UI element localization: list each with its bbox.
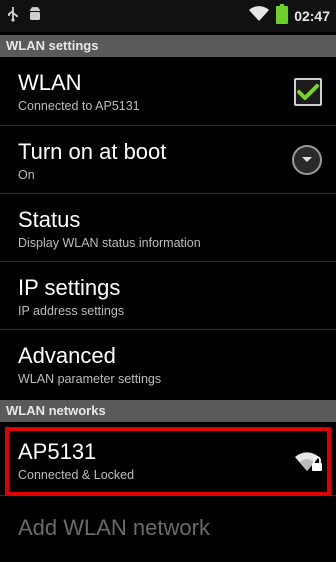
wlan-subtitle: Connected to AP5131 (18, 99, 140, 113)
turn-on-at-boot-row[interactable]: Turn on at boot On (0, 126, 336, 194)
wifi-locked-icon (295, 452, 322, 471)
checkmark-icon (297, 84, 319, 100)
status-time: 02:47 (294, 8, 330, 24)
advanced-title: Advanced (18, 343, 116, 368)
network-state: Connected & Locked (18, 468, 135, 482)
boot-title: Turn on at boot (18, 139, 167, 164)
battery-icon (276, 4, 289, 28)
ip-title: IP settings (18, 275, 121, 300)
network-ssid: AP5131 (18, 439, 97, 464)
wifi-icon (248, 6, 270, 26)
network-item-ap5131[interactable]: AP5131 Connected & Locked (0, 427, 336, 496)
chevron-down-icon (302, 157, 312, 162)
section-header-wlan-networks: WLAN networks (0, 400, 336, 422)
wlan-checkbox[interactable] (294, 78, 322, 106)
section-header-wlan-settings: WLAN settings (0, 35, 336, 57)
status-title: Status (18, 207, 81, 232)
wlan-toggle-row[interactable]: WLAN Connected to AP5131 (0, 57, 336, 126)
android-debug-icon (28, 6, 42, 26)
wlan-title: WLAN (18, 70, 82, 95)
add-wlan-network-button[interactable]: Add WLAN network (0, 502, 336, 554)
boot-dropdown-button[interactable] (292, 145, 322, 175)
ip-subtitle: IP address settings (18, 304, 125, 318)
ip-settings-row[interactable]: IP settings IP address settings (0, 262, 336, 330)
usb-icon (6, 6, 20, 26)
status-bar: 02:47 (0, 0, 336, 32)
boot-subtitle: On (18, 168, 35, 182)
advanced-row[interactable]: Advanced WLAN parameter settings (0, 330, 336, 399)
status-row[interactable]: Status Display WLAN status information (0, 194, 336, 262)
advanced-subtitle: WLAN parameter settings (18, 372, 162, 386)
status-subtitle: Display WLAN status information (18, 236, 201, 250)
